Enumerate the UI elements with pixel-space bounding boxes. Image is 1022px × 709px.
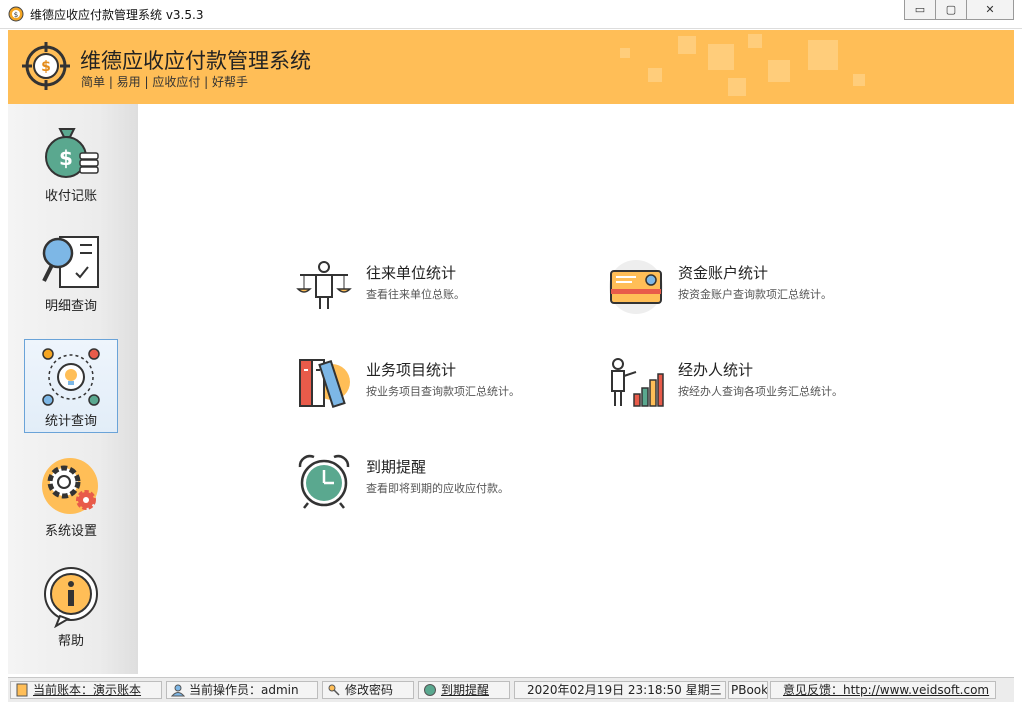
sidebar-item-system-settings[interactable]: 系统设置 (24, 449, 118, 543)
card-handler-statistics[interactable]: 经办人统计 按经办人查询各项业务汇总统计。 (608, 356, 898, 416)
sidebar-item-label: 统计查询 (44, 414, 97, 429)
money-bag-icon: $ (45, 128, 99, 178)
app-logo-icon: $ (8, 6, 24, 22)
minimize-button[interactable]: ▭ (904, 0, 936, 20)
feedback-link[interactable]: 意见反馈：http://www.veidsoft.com (770, 681, 996, 699)
gears-icon (42, 458, 98, 514)
change-password-label: 修改密码 (345, 683, 394, 697)
sidebar-item-help[interactable]: 帮助 (24, 559, 118, 653)
svg-text:$: $ (41, 59, 51, 75)
current-account-label: 当前账本：演示账本 (33, 683, 142, 697)
sidebar-item-label: 收付记账 (44, 189, 97, 204)
app-slogan: 简单 | 易用 | 应收应付 | 好帮手 (81, 75, 249, 89)
card-description: 按业务项目查询款项汇总统计。 (366, 385, 520, 398)
svg-text:$: $ (14, 11, 18, 19)
main-content: 往来单位统计 查看往来单位总账。 资金账户统计 按资金账户查询款项汇总统计。 业… (138, 104, 1014, 674)
sidebar-item-label: 帮助 (57, 634, 84, 649)
datetime-label: 2020年02月19日 23:18:50 星期三 (527, 683, 722, 697)
current-account-link[interactable]: 当前账本：演示账本 (10, 681, 162, 699)
current-operator-label: 当前操作员：admin (189, 683, 299, 697)
window-titlebar: $ 维德应收应付款管理系统 v3.5.3 ▭ ▢ ✕ (0, 0, 1022, 29)
svg-text:$: $ (59, 146, 73, 170)
card-title: 到期提醒 (366, 458, 427, 476)
user-icon (171, 684, 185, 697)
close-button[interactable]: ✕ (967, 0, 1014, 20)
window-controls: ▭ ▢ ✕ (904, 0, 1014, 20)
alarm-clock-icon (424, 684, 436, 696)
alarm-clock-icon (298, 454, 350, 509)
card-project-statistics[interactable]: 业务项目统计 按业务项目查询款项汇总统计。 (296, 356, 586, 416)
card-description: 查看即将到期的应收应付款。 (366, 482, 509, 495)
lightbulb-stats-icon (42, 348, 100, 406)
app-header-banner: $ 维德应收应付款管理系统 简单 | 易用 | 应收应付 | 好帮手 (8, 30, 1014, 104)
card-title: 往来单位统计 (366, 264, 457, 282)
change-password-button[interactable]: 修改密码 (322, 681, 414, 699)
binders-icon (299, 359, 350, 409)
sidebar-item-detail-query[interactable]: 明细查询 (24, 224, 118, 318)
sidebar-item-label: 明细查询 (44, 299, 97, 314)
sidebar-item-label: 系统设置 (44, 524, 97, 539)
sidebar-item-statistics[interactable]: 统计查询 (24, 339, 118, 433)
card-account-statistics[interactable]: 资金账户统计 按资金账户查询款项汇总统计。 (608, 259, 898, 319)
sidebar-item-receipt-payment[interactable]: $ 收付记账 (24, 114, 118, 208)
card-title: 经办人统计 (678, 361, 754, 379)
target-dollar-logo-icon: $ (22, 42, 70, 90)
info-icon (44, 567, 98, 628)
card-title: 业务项目统计 (366, 361, 457, 379)
due-reminder-label: 到期提醒 (441, 683, 490, 697)
window-title: 维德应收应付款管理系统 v3.5.3 (30, 8, 204, 22)
app-title: 维德应收应付款管理系统 (80, 49, 311, 73)
status-bar: 当前账本：演示账本 当前操作员：admin 修改密码 到期提醒 2020年02月… (8, 677, 1014, 702)
magnifier-report-icon (42, 236, 99, 288)
bank-card-icon (609, 260, 663, 314)
datetime-display: 2020年02月19日 23:18:50 星期三 (514, 681, 726, 699)
key-icon (328, 684, 340, 696)
maximize-button[interactable]: ▢ (936, 0, 967, 20)
card-description: 查看往来单位总账。 (366, 288, 465, 301)
scale-person-icon (296, 261, 352, 309)
presenter-chart-icon (611, 358, 664, 407)
feedback-label: 意见反馈：http://www.veidsoft.com (783, 683, 990, 697)
partial-label: PBook\ (731, 683, 768, 697)
card-description: 按经办人查询各项业务汇总统计。 (678, 385, 843, 398)
card-description: 按资金账户查询款项汇总统计。 (678, 288, 832, 301)
card-title: 资金账户统计 (678, 264, 769, 282)
book-icon (16, 683, 28, 697)
due-reminder-link[interactable]: 到期提醒 (418, 681, 510, 699)
card-due-reminder[interactable]: 到期提醒 查看即将到期的应收应付款。 (296, 453, 586, 513)
partial-text: PBook\ (728, 681, 768, 699)
card-partner-statistics[interactable]: 往来单位统计 查看往来单位总账。 (296, 259, 586, 319)
sidebar-nav: $ 收付记账 明细查询 统计查询 系统设置 帮助 (8, 104, 138, 674)
current-operator: 当前操作员：admin (166, 681, 318, 699)
